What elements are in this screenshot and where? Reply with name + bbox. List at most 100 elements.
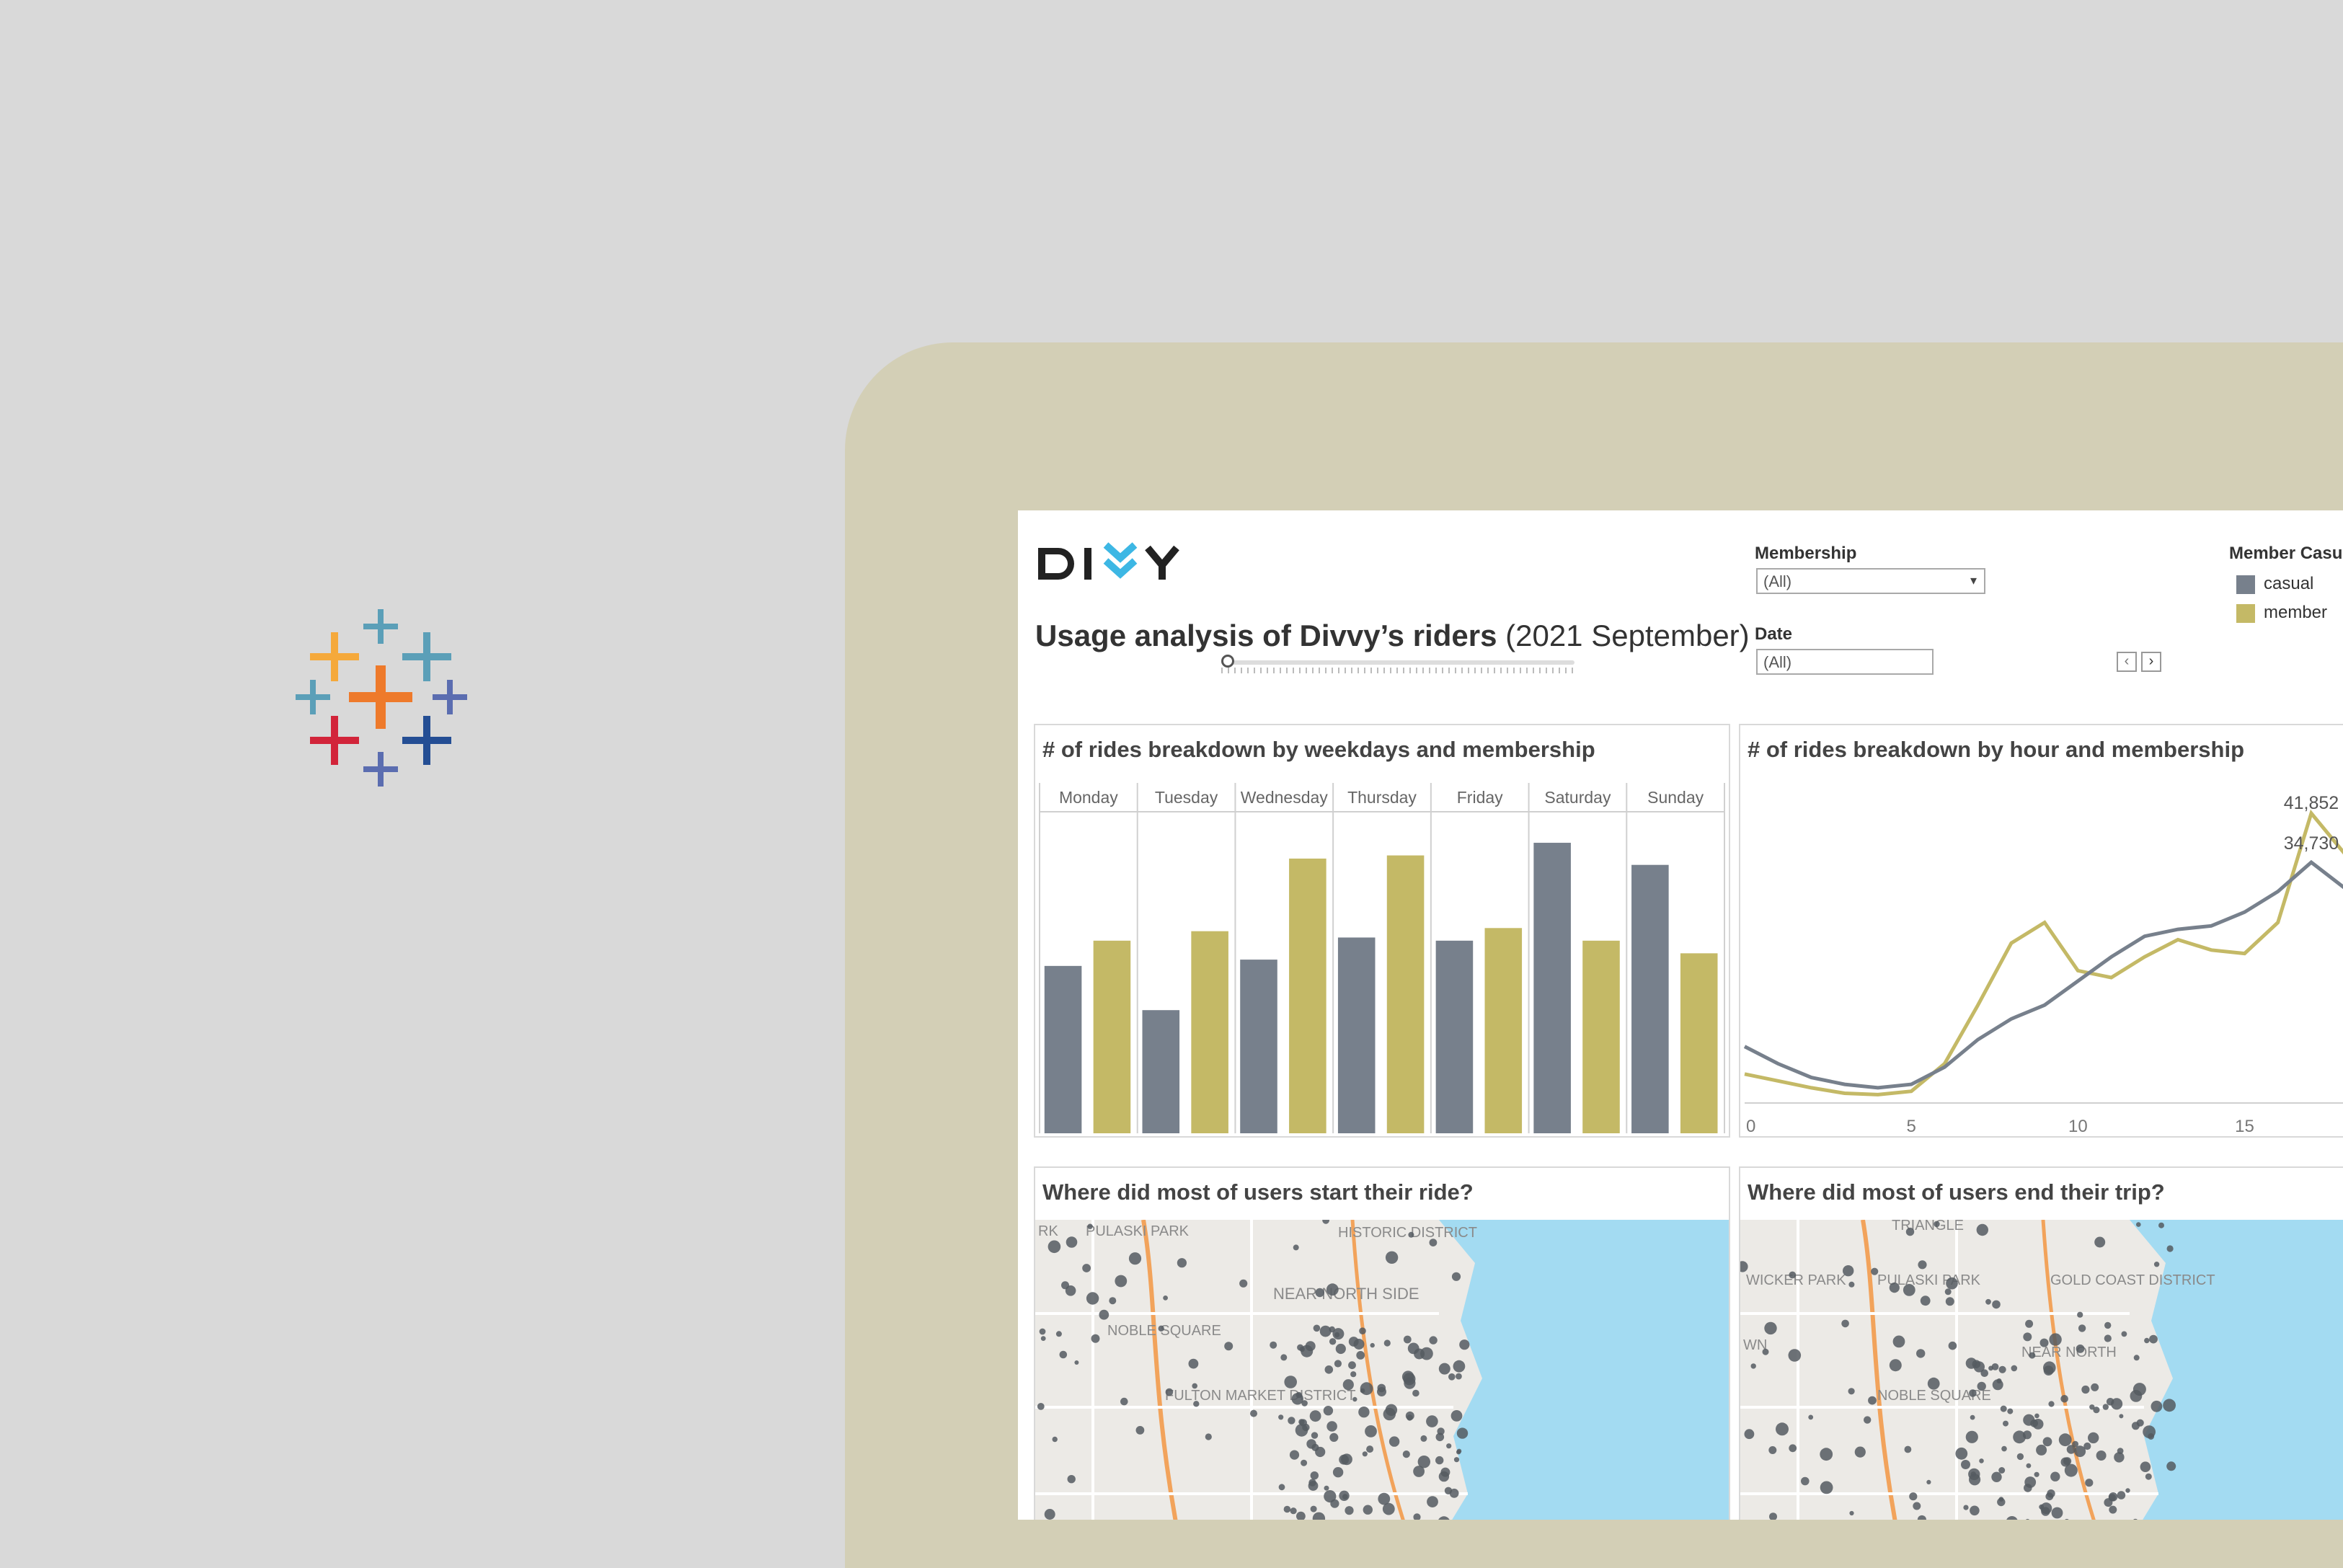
- bar-member[interactable]: [1680, 953, 1718, 1133]
- map-label: NEAR NORTH SIDE: [1273, 1285, 1419, 1303]
- station-dot: [1378, 1492, 1391, 1505]
- station-dot: [1948, 1341, 1957, 1350]
- start-station-map[interactable]: PULASKI PARK RK HISTORIC DISTRICT NEAR N…: [1035, 1220, 1729, 1520]
- station-dot: [2094, 1236, 2106, 1248]
- station-dot: [1864, 1416, 1872, 1424]
- slider-track: [1221, 660, 1574, 665]
- station-dot: [1319, 1325, 1332, 1337]
- station-dot: [1426, 1415, 1438, 1427]
- station-dot: [1193, 1401, 1200, 1407]
- bar-member[interactable]: [1093, 940, 1131, 1133]
- station-dot: [1414, 1348, 1425, 1360]
- station-dot: [1329, 1432, 1339, 1442]
- station-dot: [1435, 1456, 1444, 1465]
- date-filter-label: Date: [1755, 624, 1793, 644]
- date-input[interactable]: (All): [1756, 649, 1934, 675]
- station-dot: [2039, 1338, 2049, 1347]
- station-dot: [1383, 1339, 1391, 1347]
- station-dot: [1299, 1419, 1307, 1427]
- map-label: NEAR NORTH: [2021, 1345, 2117, 1360]
- date-slider[interactable]: [1221, 655, 1574, 673]
- station-dot: [1308, 1479, 1316, 1487]
- bar-member[interactable]: [1386, 855, 1425, 1133]
- category-label: Sunday: [1647, 788, 1704, 807]
- station-dot: [1099, 1309, 1110, 1320]
- membership-dropdown[interactable]: (All) ▾: [1756, 568, 1985, 594]
- station-dot: [1992, 1300, 2001, 1309]
- station-dot: [2149, 1334, 2158, 1344]
- tableau-logo-icon: [296, 609, 467, 787]
- station-dot: [2048, 1401, 2055, 1407]
- category-label: Wednesday: [1241, 788, 1329, 807]
- station-dot: [2140, 1461, 2151, 1472]
- membership-filter-label: Membership: [1755, 544, 1857, 563]
- bar-casual[interactable]: [1240, 960, 1277, 1133]
- station-dot: [1980, 1369, 1988, 1377]
- legend-label-casual: casual: [2264, 574, 2314, 593]
- station-dot: [1916, 1349, 1926, 1358]
- station-dot: [2026, 1463, 2032, 1469]
- station-dot: [1165, 1388, 1174, 1396]
- bar-casual[interactable]: [1435, 940, 1474, 1133]
- station-dot: [1450, 1410, 1463, 1422]
- station-dot: [1348, 1361, 1356, 1370]
- station-dot: [2091, 1383, 2099, 1391]
- bar-member[interactable]: [1191, 931, 1228, 1133]
- bar-casual[interactable]: [1533, 843, 1571, 1133]
- station-dot: [1969, 1474, 1981, 1486]
- legend-item-member[interactable]: member: [2236, 603, 2327, 623]
- station-dot: [1163, 1295, 1168, 1301]
- dashboard-title: Usage analysis of Divvy’s riders (2021 S…: [1035, 619, 1750, 653]
- legend-item-casual[interactable]: casual: [2236, 574, 2313, 594]
- bar-casual[interactable]: [1142, 1010, 1180, 1133]
- station-dot: [1037, 1403, 1045, 1410]
- bar-member[interactable]: [1582, 940, 1620, 1133]
- station-dot: [1342, 1379, 1354, 1391]
- station-dot: [2001, 1445, 2007, 1452]
- station-dot: [1348, 1337, 1359, 1347]
- station-dot: [1385, 1404, 1398, 1416]
- next-date-button[interactable]: ›: [2141, 652, 2161, 672]
- category-label: Saturday: [1544, 788, 1611, 807]
- casual-swatch: [2236, 575, 2255, 594]
- bar-casual[interactable]: [1337, 937, 1376, 1133]
- line-casual[interactable]: [1743, 859, 2343, 1090]
- station-dot: [1946, 1277, 1958, 1290]
- station-dot: [1750, 1363, 1756, 1369]
- station-dot: [1459, 1339, 1470, 1350]
- slider-thumb[interactable]: [1221, 655, 1234, 668]
- bar-member[interactable]: [1289, 858, 1326, 1133]
- station-dot: [1330, 1499, 1339, 1508]
- station-dot: [1306, 1439, 1316, 1449]
- station-dot: [2163, 1399, 2176, 1412]
- previous-date-button[interactable]: ‹: [2117, 652, 2137, 672]
- station-dot: [1283, 1505, 1291, 1513]
- end-station-map[interactable]: TRIANGLE WICKER PARK PULASKI PARK GOLD C…: [1740, 1220, 2343, 1520]
- category-label: Thursday: [1347, 788, 1417, 807]
- station-dot: [1250, 1409, 1257, 1417]
- station-dot: [1188, 1358, 1199, 1369]
- station-dot: [1324, 1365, 1334, 1374]
- bar-member[interactable]: [1484, 928, 1523, 1133]
- station-dot: [2133, 1355, 2140, 1361]
- station-dot: [1776, 1422, 1789, 1436]
- station-dot: [2136, 1222, 2141, 1227]
- station-dot: [1339, 1490, 1350, 1501]
- line-member[interactable]: [1744, 809, 2343, 1097]
- station-dot: [1977, 1381, 1986, 1391]
- station-dot: [1998, 1365, 2006, 1373]
- station-dot: [1313, 1324, 1321, 1332]
- end-map-title: Where did most of users end their trip?: [1748, 1179, 2165, 1205]
- station-dot: [2036, 1444, 2047, 1456]
- station-dot: [1280, 1354, 1288, 1361]
- station-dot: [1965, 1430, 1978, 1443]
- station-dot: [1352, 1396, 1357, 1402]
- station-dot: [2108, 1494, 2116, 1502]
- station-dot: [2060, 1395, 2068, 1403]
- station-dot: [1927, 1377, 1940, 1390]
- bar-casual[interactable]: [1631, 864, 1669, 1133]
- station-dot: [1059, 1350, 1068, 1359]
- station-dot: [1310, 1505, 1317, 1512]
- station-dot: [1849, 1510, 1854, 1516]
- bar-casual[interactable]: [1044, 965, 1082, 1133]
